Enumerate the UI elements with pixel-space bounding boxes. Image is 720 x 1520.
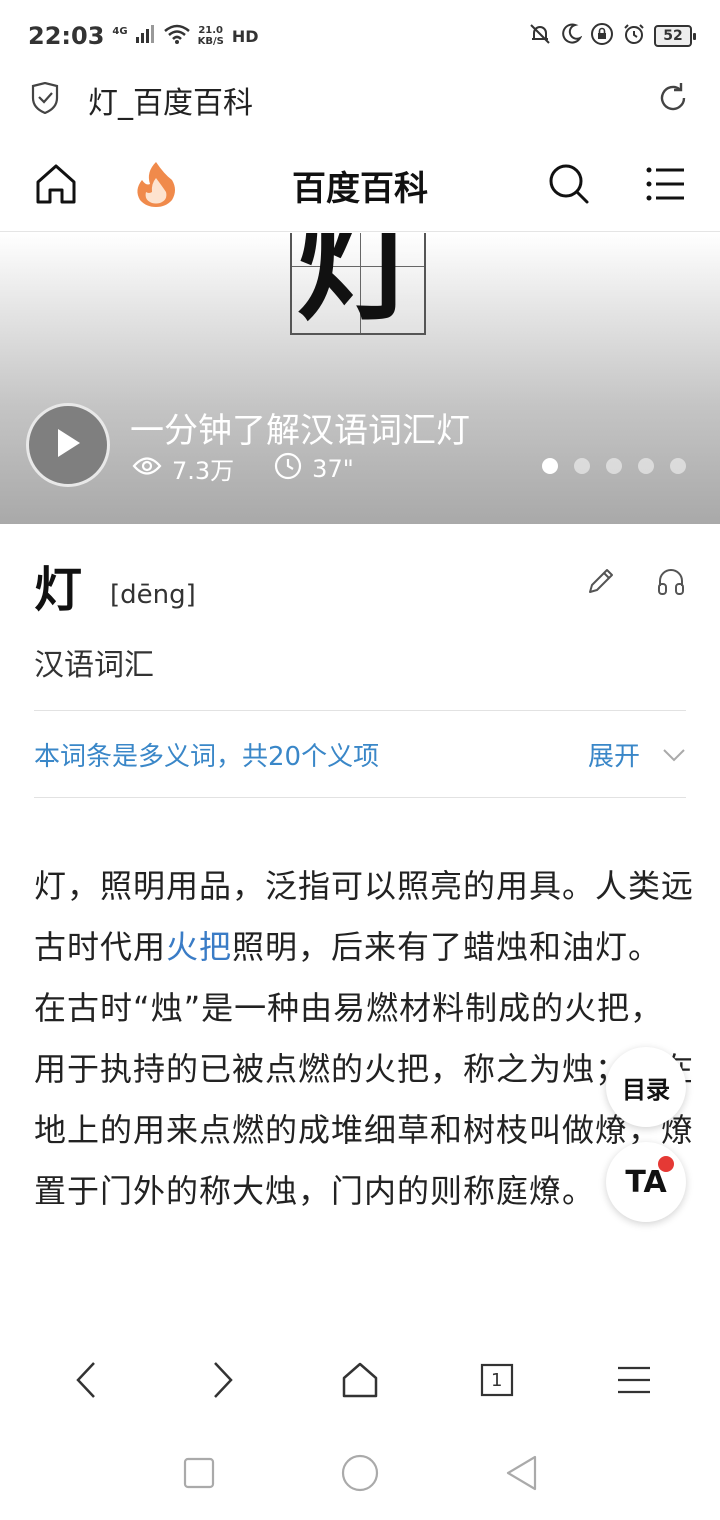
entry-pinyin: [dēng]: [110, 580, 196, 610]
header-right: [548, 163, 686, 209]
chevron-down-icon: [662, 739, 686, 769]
clock: 22:03: [28, 22, 105, 50]
network-speed: 21.0 KB/S: [198, 25, 224, 47]
flame-icon[interactable]: [134, 160, 178, 212]
moon-icon: [560, 23, 583, 49]
view-count: 7.3万: [172, 457, 235, 485]
toc-label: 目录: [622, 1075, 670, 1104]
eye-icon: [132, 455, 162, 483]
home-toolbar-icon[interactable]: [325, 1345, 395, 1415]
entry-header: 灯 [dēng]: [34, 556, 686, 620]
video-duration: 37": [312, 454, 354, 483]
home-icon[interactable]: [34, 162, 78, 210]
entry-subtitle: 汉语词汇: [34, 648, 154, 683]
wifi-icon: [163, 24, 190, 48]
alarm-icon: [622, 22, 646, 50]
header-left: [34, 160, 178, 212]
recents-square-icon[interactable]: [183, 1457, 215, 1493]
status-bar: 22:03 4G 21.0 KB/S HD 52: [0, 0, 720, 72]
menu-icon[interactable]: [646, 166, 686, 206]
shield-icon[interactable]: [30, 81, 60, 118]
search-icon[interactable]: [548, 163, 590, 209]
forward-icon[interactable]: [188, 1345, 258, 1415]
edit-pencil-icon[interactable]: [586, 566, 616, 600]
video-banner[interactable]: 灯 一分钟了解汉语词汇灯 7.3万 37": [0, 233, 720, 524]
tabs-count: 1: [491, 1369, 503, 1391]
carousel-dot[interactable]: [542, 458, 558, 474]
paragraph-text-2: 照明，后来有了蜡烛和油灯。在古时“烛”是一种由易燃材料制成的火把，用于执持的已被…: [34, 928, 695, 1210]
hd-indicator: HD: [231, 26, 259, 46]
signal-icon: [135, 25, 156, 47]
refresh-icon[interactable]: [656, 81, 690, 119]
battery-indicator: 52: [654, 25, 696, 47]
carousel-dot[interactable]: [574, 458, 590, 474]
status-left: 22:03 4G 21.0 KB/S HD: [28, 22, 258, 50]
clock-icon: [274, 452, 302, 486]
toc-button[interactable]: 目录: [606, 1047, 686, 1127]
expand-label: 展开: [587, 741, 640, 772]
entry-title: 灯: [34, 562, 83, 618]
polysemy-bar[interactable]: 本词条是多义词，共20个义项 展开: [34, 710, 686, 798]
site-header: 百度百科: [0, 140, 720, 232]
home-circle-icon[interactable]: [341, 1454, 379, 1496]
torch-link[interactable]: 火把: [166, 928, 232, 966]
play-icon: [54, 427, 82, 463]
address-bar[interactable]: 灯_百度百科: [0, 72, 720, 128]
video-title[interactable]: 一分钟了解汉语词汇灯: [130, 403, 470, 452]
polysemy-text[interactable]: 本词条是多义词，共20个义项: [34, 736, 379, 773]
speed-unit: KB/S: [197, 36, 224, 47]
browser-toolbar: 1: [0, 1340, 720, 1420]
system-navigation: [0, 1430, 720, 1520]
carousel-dots[interactable]: [542, 458, 686, 474]
video-meta: 7.3万 37": [132, 451, 354, 486]
status-right: 52: [528, 22, 696, 50]
carousel-dot[interactable]: [638, 458, 654, 474]
ta-button[interactable]: TA: [606, 1142, 686, 1222]
article-paragraph: 灯，照明用品，泛指可以照亮的用具。人类远古时代用火把照明，后来有了蜡烛和油灯。在…: [34, 856, 694, 1222]
headphones-icon[interactable]: [656, 566, 686, 600]
carousel-dot[interactable]: [606, 458, 622, 474]
tabs-icon[interactable]: 1: [462, 1345, 532, 1415]
more-menu-icon[interactable]: [599, 1345, 669, 1415]
mute-bell-icon: [528, 22, 552, 50]
entry-actions: [586, 566, 686, 600]
carousel-dot[interactable]: [670, 458, 686, 474]
expand-button[interactable]: 展开: [588, 736, 686, 773]
page-title[interactable]: 灯_百度百科: [88, 78, 656, 122]
character-grid: 灯: [290, 233, 426, 338]
rotation-lock-icon: [590, 22, 614, 50]
back-icon[interactable]: [51, 1345, 121, 1415]
network-type: 4G: [112, 26, 128, 37]
notification-dot: [658, 1156, 674, 1172]
play-button[interactable]: [26, 403, 110, 487]
character-glyph: 灯: [295, 233, 420, 338]
speed-value: 21.0: [198, 25, 224, 36]
back-triangle-icon[interactable]: [505, 1455, 537, 1495]
